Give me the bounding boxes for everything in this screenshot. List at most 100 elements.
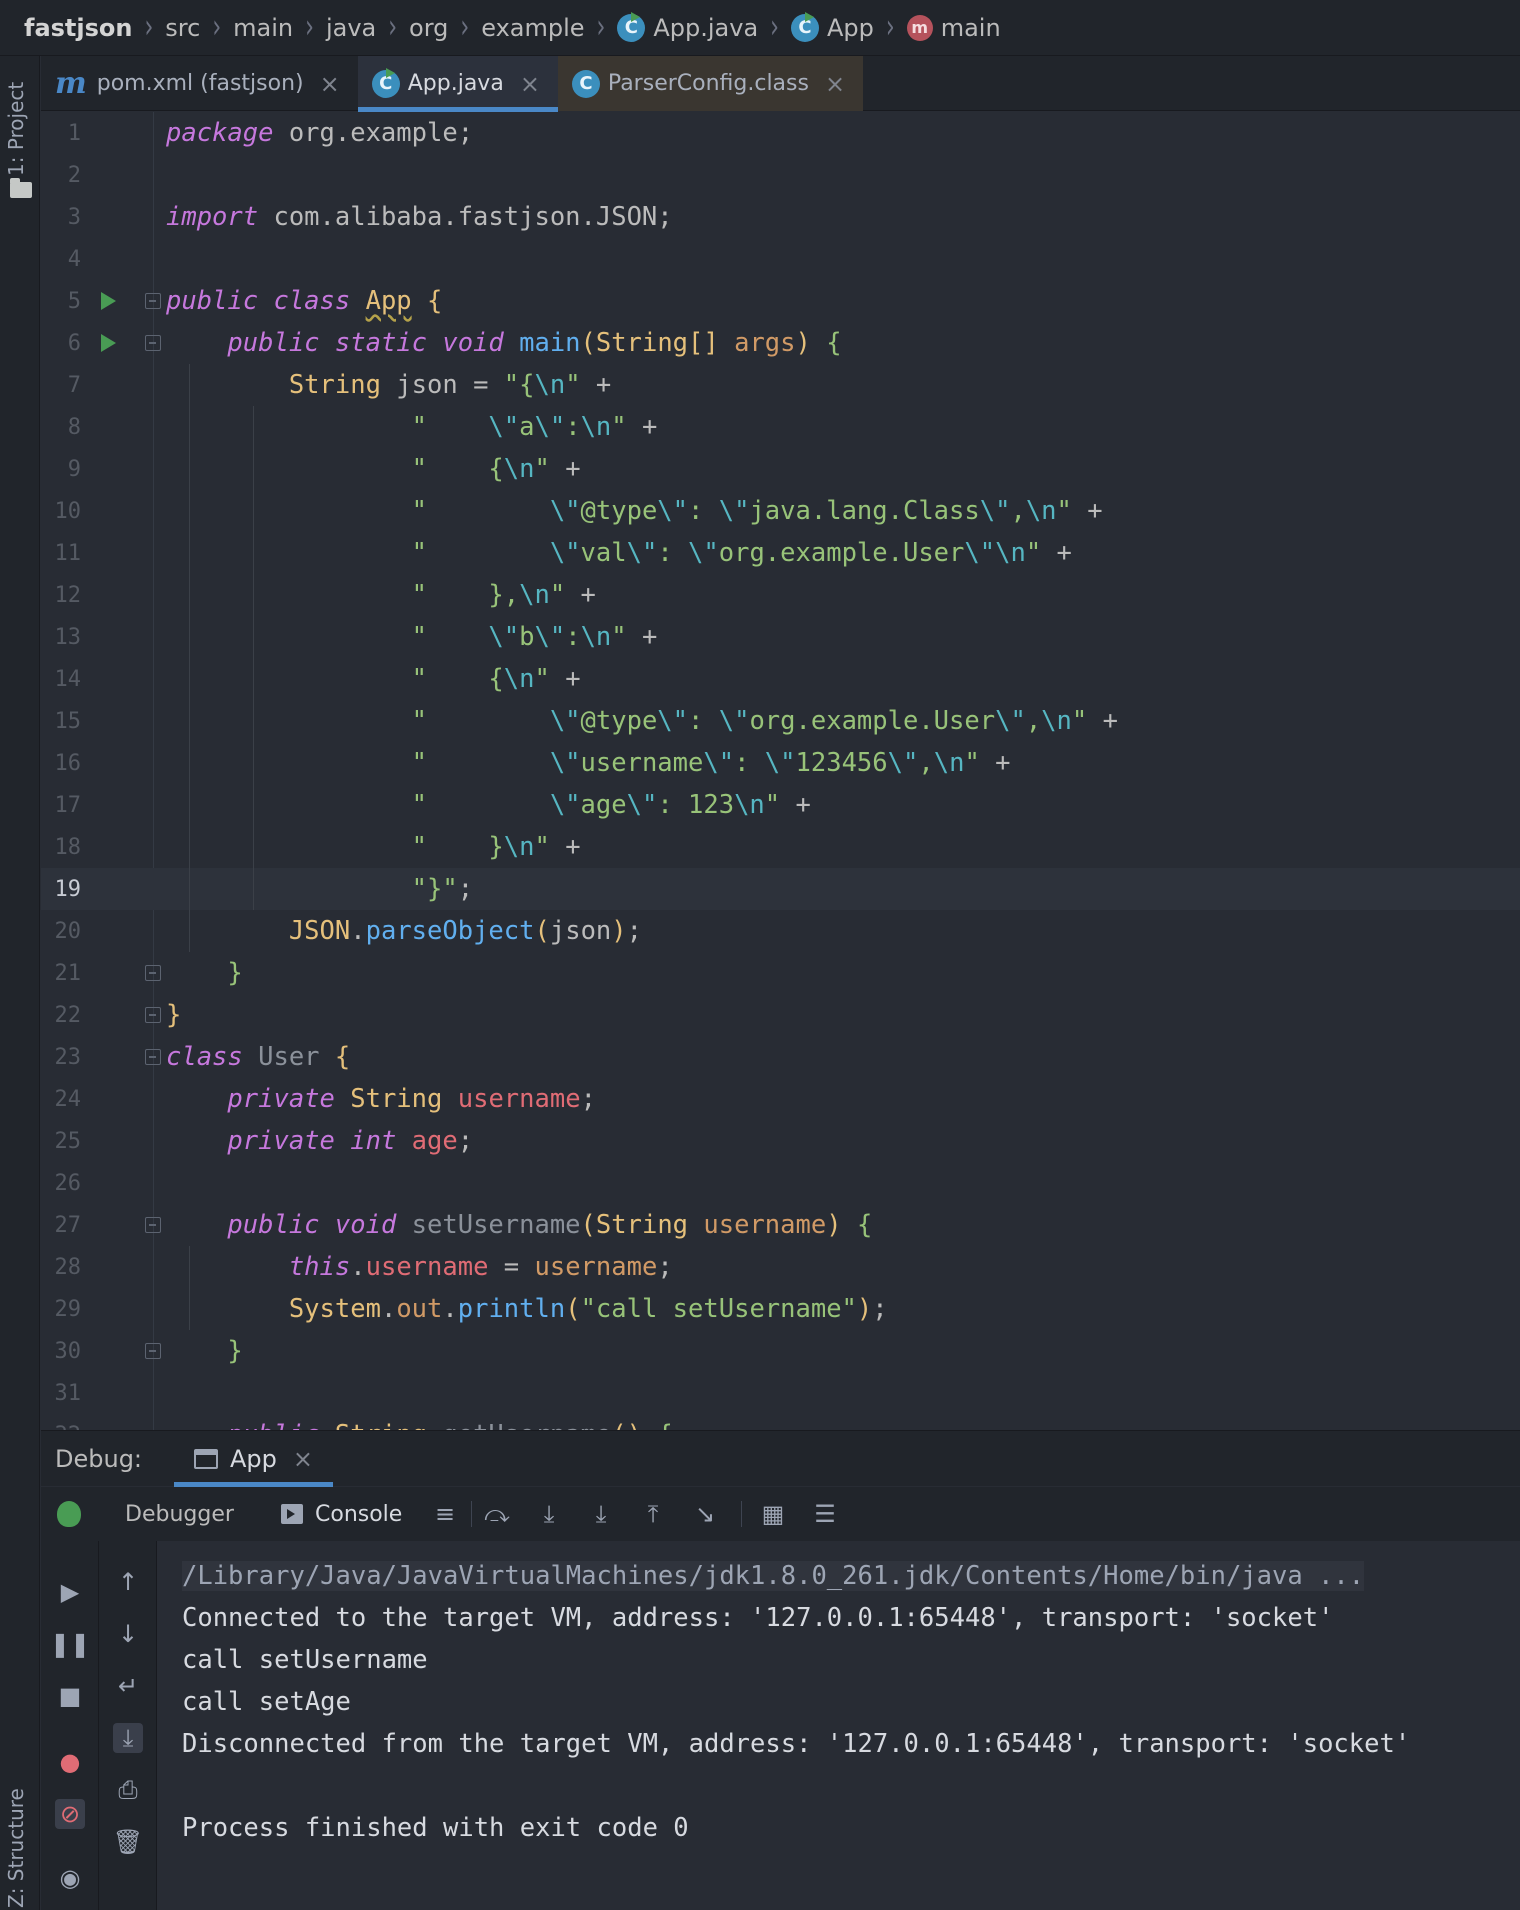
code-line[interactable]: 13 " \"b\":\n" + (41, 616, 1520, 658)
breadcrumb-item-file[interactable]: C App.java (617, 11, 758, 42)
fold-icon[interactable] (145, 293, 161, 309)
fold-icon[interactable] (145, 1217, 161, 1233)
breadcrumb-item-java[interactable]: java (326, 14, 376, 42)
code-line[interactable]: 16 " \"username\": \"123456\",\n" + (41, 742, 1520, 784)
line-number[interactable]: 16 (41, 751, 82, 776)
camera-icon[interactable]: ◉ (55, 1863, 85, 1893)
code-line[interactable]: 2 (41, 154, 1520, 196)
code-line[interactable]: 27 public void setUsername(String userna… (41, 1204, 1520, 1246)
step-over-icon[interactable]: ⤼ (483, 1500, 511, 1528)
step-out-icon[interactable]: ⤒ (639, 1500, 667, 1528)
breadcrumb-item-method[interactable]: m main (906, 14, 1001, 42)
fold-icon[interactable] (145, 965, 161, 981)
tab-pom-xml[interactable]: m pom.xml (fastjson) × (41, 56, 358, 111)
line-number[interactable]: 13 (41, 625, 82, 650)
code-line[interactable]: 32 public String getUsername() { (41, 1414, 1520, 1430)
line-number[interactable]: 23 (41, 1045, 82, 1070)
code-line[interactable]: 21 } (41, 952, 1520, 994)
arrow-up-icon[interactable]: ↑ (113, 1567, 143, 1597)
line-number[interactable]: 8 (41, 415, 81, 440)
code-line[interactable]: 4 (41, 238, 1520, 280)
code-line[interactable]: 9 " {\n" + (41, 448, 1520, 490)
breadcrumb-item-project[interactable]: fastjson (24, 14, 132, 42)
line-number[interactable]: 22 (41, 1003, 82, 1028)
soft-wrap-icon[interactable]: ↵ (113, 1671, 143, 1701)
line-number[interactable]: 1 (41, 121, 81, 146)
code-line[interactable]: 24 private String username; (41, 1078, 1520, 1120)
mute-breakpoints-icon[interactable]: ⊘ (55, 1799, 85, 1829)
code-line[interactable]: 25 private int age; (41, 1120, 1520, 1162)
code-line[interactable]: 11 " \"val\": \"org.example.User\"\n" + (41, 532, 1520, 574)
fold-icon[interactable] (145, 335, 161, 351)
line-number[interactable]: 12 (41, 583, 82, 608)
code-line[interactable]: 7 String json = "{\n" + (41, 364, 1520, 406)
menu-icon[interactable]: ≡ (431, 1500, 459, 1528)
line-number[interactable]: 28 (41, 1255, 82, 1280)
line-number[interactable]: 18 (41, 835, 82, 860)
line-number[interactable]: 3 (41, 205, 81, 230)
scroll-to-end-icon[interactable]: ⤓ (113, 1723, 143, 1753)
tab-console[interactable]: Console (281, 1487, 402, 1541)
print-icon[interactable]: ⎙ (113, 1775, 143, 1805)
line-number[interactable]: 17 (41, 793, 82, 818)
fold-icon[interactable] (145, 1343, 161, 1359)
force-step-into-icon[interactable]: ⤓ (587, 1500, 615, 1528)
line-number[interactable]: 31 (41, 1381, 82, 1406)
line-number[interactable]: 21 (41, 961, 82, 986)
trash-icon[interactable]: 🗑 (113, 1827, 143, 1857)
line-number[interactable]: 26 (41, 1171, 82, 1196)
code-line[interactable]: 26 (41, 1162, 1520, 1204)
code-line[interactable]: 14 " {\n" + (41, 658, 1520, 700)
code-line[interactable]: 18 " }\n" + (41, 826, 1520, 868)
step-into-icon[interactable]: ⤓ (535, 1500, 563, 1528)
line-number[interactable]: 2 (41, 163, 81, 188)
line-number[interactable]: 6 (41, 331, 81, 356)
breadcrumb-item-main[interactable]: main (233, 14, 293, 42)
folder-icon[interactable] (10, 178, 32, 198)
run-gutter-icon[interactable] (101, 334, 116, 352)
breadcrumb-item-src[interactable]: src (165, 14, 200, 42)
line-number[interactable]: 15 (41, 709, 82, 734)
stop-icon[interactable]: ■ (55, 1681, 85, 1711)
project-tool-button[interactable]: 1: Project (4, 82, 28, 176)
line-number[interactable]: 7 (41, 373, 81, 398)
line-number[interactable]: 25 (41, 1129, 82, 1154)
code-line[interactable]: 22} (41, 994, 1520, 1036)
tab-parserconfig-class[interactable]: C ParserConfig.class × (557, 56, 864, 111)
breadcrumb-item-org[interactable]: org (409, 14, 448, 42)
code-line[interactable]: 1 package org.example; (41, 112, 1520, 154)
evaluate-expression-icon[interactable]: ▦ (759, 1500, 787, 1528)
code-line[interactable]: 10 " \"@type\": \"java.lang.Class\",\n" … (41, 490, 1520, 532)
close-icon[interactable]: × (825, 70, 845, 98)
structure-tool-button[interactable]: Z: Structure (4, 1788, 28, 1908)
code-line[interactable]: 3 import com.alibaba.fastjson.JSON; (41, 196, 1520, 238)
code-line[interactable]: 23 class User { (41, 1036, 1520, 1078)
line-number[interactable]: 11 (41, 541, 82, 566)
code-line[interactable]: 17 " \"age\": 123\n" + (41, 784, 1520, 826)
code-line[interactable]: 28 this.username = username; (41, 1246, 1520, 1288)
code-line[interactable]: 29 System.out.println("call setUsername"… (41, 1288, 1520, 1330)
line-number[interactable]: 24 (41, 1087, 82, 1112)
breadcrumb-item-class[interactable]: C App (790, 11, 874, 42)
console-output[interactable]: /Library/Java/JavaVirtualMachines/jdk1.8… (158, 1541, 1520, 1910)
line-number[interactable]: 29 (41, 1297, 82, 1322)
trace-icon[interactable]: ☰ (811, 1500, 839, 1528)
line-number[interactable]: 10 (41, 499, 82, 524)
code-editor[interactable]: 1 package org.example; 2 3 import com.alibab… (41, 112, 1520, 1430)
arrow-down-icon[interactable]: ↓ (113, 1619, 143, 1649)
fold-icon[interactable] (145, 1007, 161, 1023)
debug-session-tab[interactable]: App × (174, 1431, 334, 1487)
close-icon[interactable]: × (293, 1445, 313, 1473)
line-number[interactable]: 4 (41, 247, 81, 272)
code-line[interactable]: 20 JSON.parseObject(json); (41, 910, 1520, 952)
fold-icon[interactable] (145, 1049, 161, 1065)
line-number[interactable]: 32 (41, 1423, 82, 1431)
tab-debugger[interactable]: Debugger (125, 1487, 234, 1541)
code-line[interactable]: 31 (41, 1372, 1520, 1414)
line-number[interactable]: 19 (41, 877, 82, 902)
resume-icon[interactable]: ▶ (55, 1577, 85, 1607)
code-line[interactable]: 15 " \"@type\": \"org.example.User\",\n"… (41, 700, 1520, 742)
line-number[interactable]: 14 (41, 667, 82, 692)
code-line[interactable]: 8 " \"a\":\n" + (41, 406, 1520, 448)
code-line[interactable]: 12 " },\n" + (41, 574, 1520, 616)
